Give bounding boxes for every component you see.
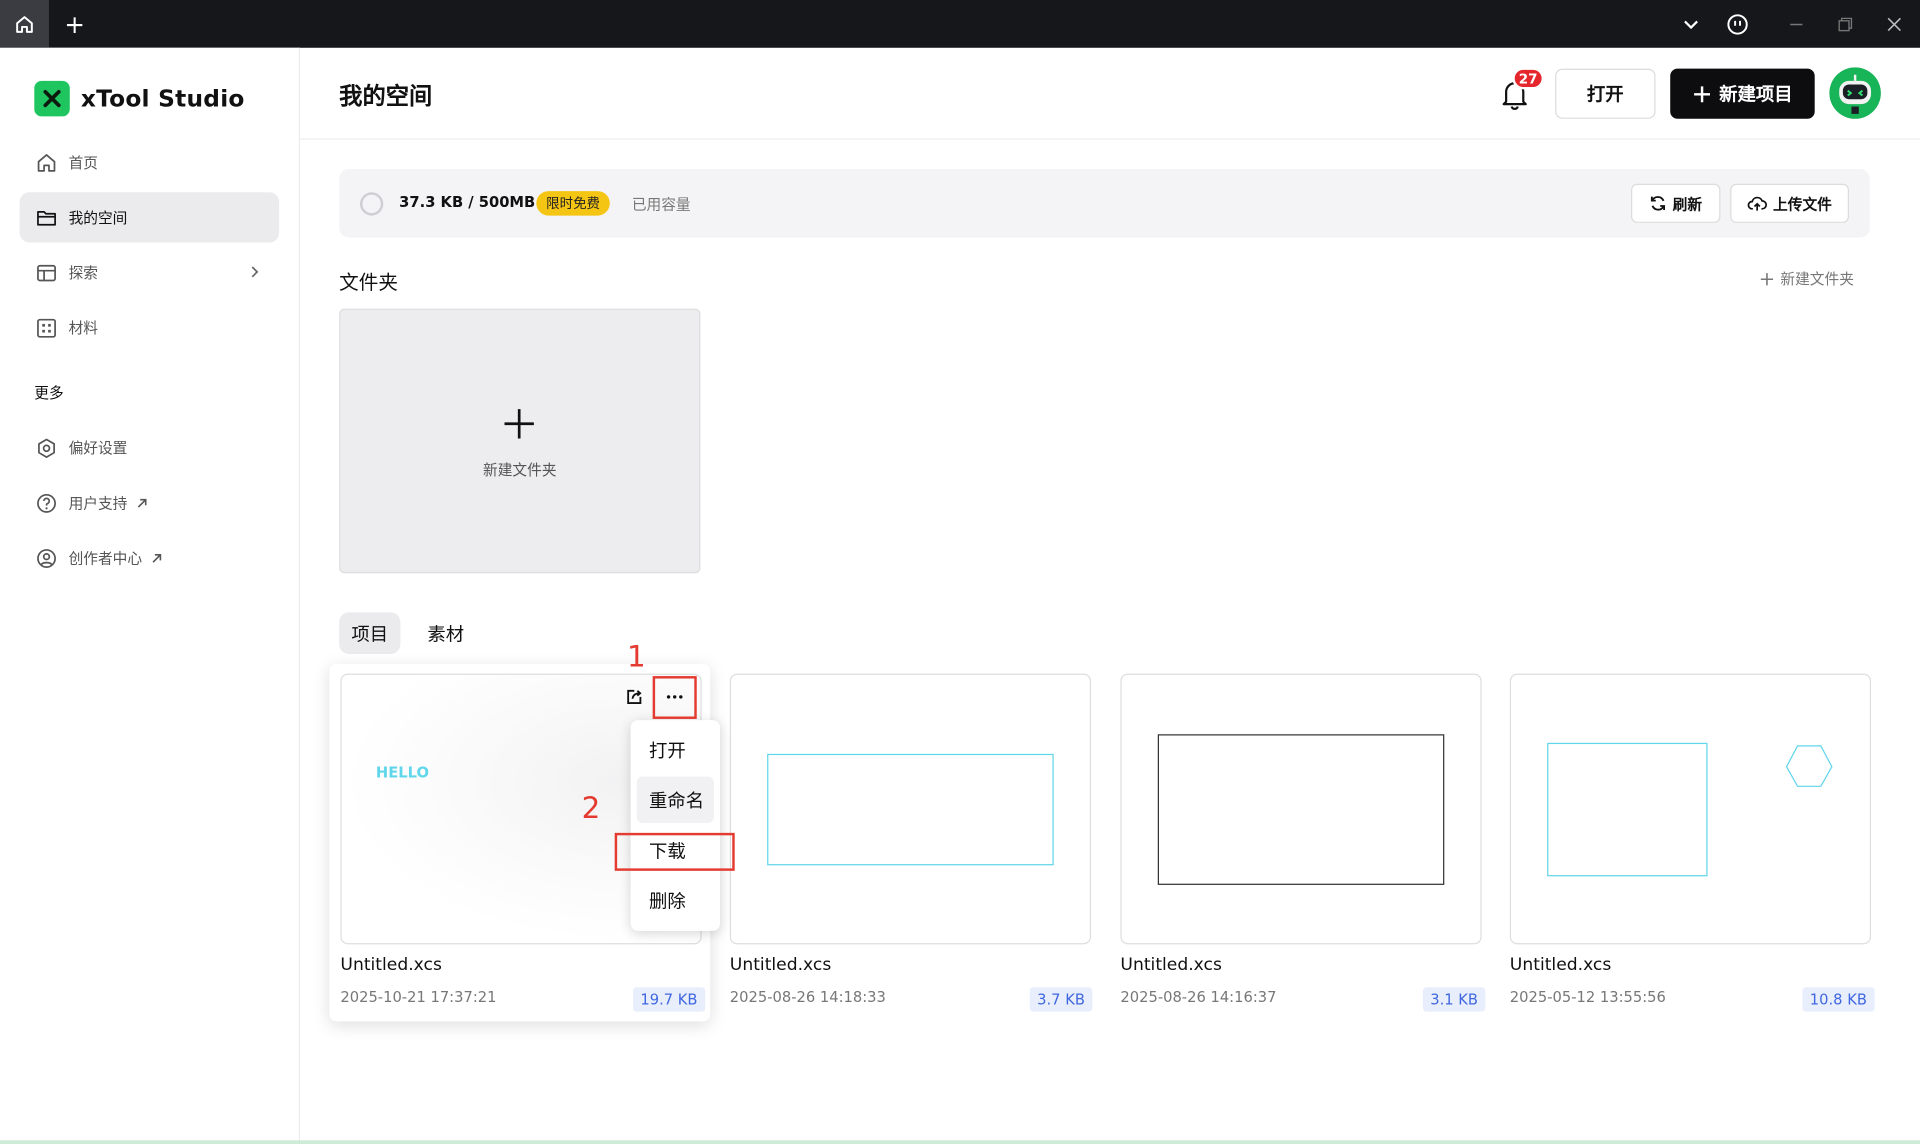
new-project-label: 新建项目 (1719, 83, 1793, 106)
chevron-down-icon[interactable] (1673, 0, 1710, 48)
xtool-logo-icon (34, 80, 70, 117)
thumbnail-shape (767, 753, 1054, 866)
plus-icon (1694, 85, 1710, 102)
storage-usage: 37.3 KB / 500MB (399, 193, 536, 211)
project-thumbnail[interactable] (1509, 673, 1872, 945)
project-date: 2025-10-21 17:37:21 (340, 988, 497, 1006)
external-link-icon (152, 553, 162, 563)
avatar[interactable] (1829, 67, 1881, 119)
new-folder-link[interactable]: 新建文件夹 (1760, 268, 1854, 289)
bottom-status-line (0, 1140, 1920, 1144)
sidebar-item-explore[interactable]: 探索 (20, 247, 280, 297)
plus-icon (504, 409, 534, 439)
project-size-badge: 3.1 KB (1422, 987, 1486, 1012)
sidebar-item-label: 偏好设置 (68, 439, 128, 457)
tab-projects[interactable]: 项目 (339, 612, 401, 655)
new-tab-button[interactable]: + (59, 0, 91, 48)
project-name[interactable]: Untitled.xcs (340, 955, 441, 975)
home-tab-button[interactable] (0, 0, 49, 48)
annotation-step-2: 2 (581, 791, 601, 826)
sidebar-item-label: 我的空间 (68, 209, 128, 227)
folders-title: 文件夹 (339, 270, 398, 294)
settings-icon (38, 437, 55, 458)
user-circle-icon (37, 548, 56, 568)
sidebar-item-label: 创作者中心 (68, 549, 143, 568)
sidebar-item-creator-center[interactable]: 创作者中心 (20, 533, 280, 583)
restore-icon[interactable] (1827, 0, 1864, 48)
sidebar: xTool Studio 首页 我的空间 探索 材料 更多 偏好设置 用户支持 (0, 47, 301, 1144)
robot-avatar-icon (1829, 67, 1881, 119)
project-size-badge: 3.7 KB (1029, 987, 1093, 1012)
project-name[interactable]: Untitled.xcs (1510, 955, 1611, 975)
storage-bar: 37.3 KB / 500MB 限时免费 已用容量 刷新 上传文件 (339, 169, 1870, 238)
home-icon (16, 15, 33, 33)
project-size-badge: 19.7 KB (633, 987, 705, 1012)
project-size-badge: 10.8 KB (1802, 987, 1875, 1012)
project-date: 2025-08-26 14:16:37 (1120, 988, 1277, 1006)
app-window: + xTool Studio 首页 我的空间 探索 材料 更多 偏好设置 用户支… (0, 0, 1920, 1144)
sidebar-item-label: 用户支持 (68, 494, 128, 512)
refresh-icon (1650, 196, 1665, 211)
storage-progress-ring (360, 192, 384, 216)
sidebar-item-label: 首页 (68, 154, 98, 172)
app-logo[interactable]: xTool Studio (34, 80, 245, 117)
plus-icon (1760, 272, 1774, 285)
notification-badge: 27 (1512, 67, 1545, 90)
menu-item-delete[interactable]: 删除 (637, 877, 714, 924)
app-name: xTool Studio (80, 85, 245, 113)
help-icon (37, 493, 56, 513)
sidebar-item-my-space[interactable]: 我的空间 (19, 192, 280, 243)
project-thumbnail[interactable] (729, 673, 1092, 945)
folder-icon (37, 210, 56, 225)
new-folder-card[interactable]: 新建文件夹 (339, 308, 701, 574)
sidebar-section-more: 更多 (34, 384, 64, 402)
feedback-icon[interactable] (1719, 0, 1756, 48)
minimize-icon[interactable] (1778, 0, 1815, 48)
new-project-button[interactable]: 新建项目 (1670, 68, 1815, 119)
used-capacity-label: 已用容量 (631, 195, 691, 214)
external-link-icon (137, 498, 147, 508)
thumbnail-shape (1547, 742, 1833, 877)
annotation-box-download (614, 832, 735, 871)
tab-assets[interactable]: 素材 (415, 612, 476, 654)
annotation-box-more (652, 676, 697, 719)
context-menu: 打开 重命名 下载 删除 (630, 720, 721, 931)
project-thumbnail[interactable] (1120, 673, 1482, 945)
title-bar: + (0, 0, 1920, 48)
refresh-label: 刷新 (1672, 195, 1703, 213)
upload-file-button[interactable]: 上传文件 (1730, 183, 1849, 223)
cloud-upload-icon (1747, 196, 1767, 211)
sidebar-item-materials[interactable]: 材料 (20, 303, 280, 353)
sidebar-item-label: 材料 (68, 319, 98, 337)
page-title: 我的空间 (339, 83, 433, 111)
project-date: 2025-05-12 13:55:56 (1509, 988, 1666, 1006)
new-folder-link-label: 新建文件夹 (1780, 270, 1854, 288)
new-folder-card-label: 新建文件夹 (483, 461, 557, 479)
refresh-button[interactable]: 刷新 (1631, 183, 1721, 223)
free-badge: 限时免费 (536, 191, 610, 216)
sidebar-item-home[interactable]: 首页 (20, 137, 280, 187)
project-name[interactable]: Untitled.xcs (1120, 955, 1221, 975)
open-button[interactable]: 打开 (1555, 68, 1656, 119)
sidebar-item-preferences[interactable]: 偏好设置 (20, 423, 280, 473)
close-icon[interactable] (1876, 0, 1913, 48)
grid-icon (37, 318, 56, 338)
sidebar-item-label: 探索 (68, 264, 98, 282)
project-date: 2025-08-26 14:18:33 (729, 988, 886, 1006)
share-icon[interactable] (621, 683, 648, 710)
thumbnail-shape (1157, 734, 1445, 885)
page-header: 我的空间 27 打开 新建项目 (300, 48, 1920, 140)
upload-label: 上传文件 (1773, 195, 1832, 213)
chevron-right-icon (251, 266, 259, 278)
explore-icon (37, 264, 56, 281)
sidebar-item-support[interactable]: 用户支持 (20, 478, 280, 528)
project-name[interactable]: Untitled.xcs (730, 955, 831, 975)
main-content: 我的空间 27 打开 新建项目 37.3 KB / 500MB 限时免费 已用容… (300, 48, 1920, 1144)
thumbnail-text: HELLO (375, 764, 429, 782)
home-icon (37, 153, 56, 172)
menu-item-rename[interactable]: 重命名 (636, 776, 714, 824)
annotation-step-1: 1 (626, 639, 646, 674)
menu-item-open[interactable]: 打开 (637, 726, 714, 773)
